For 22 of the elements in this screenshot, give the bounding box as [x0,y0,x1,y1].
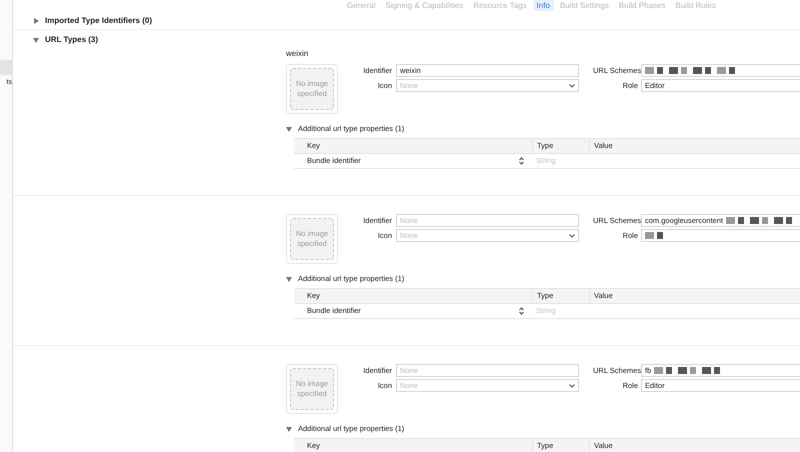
url-type-name: weixin [286,48,310,60]
disclosure-triangle-icon[interactable] [286,276,292,282]
stepper-icon [519,157,524,165]
section-title: URL Types (3) [45,34,98,44]
chevron-down-icon [569,384,575,388]
tab[interactable]: Build Phases [614,0,670,11]
tab[interactable]: Build Settings [556,0,613,11]
role-field[interactable] [641,229,800,242]
tab[interactable]: Build Rules [672,0,720,11]
tab[interactable]: Signing & Capabilities [381,0,468,11]
section-title: Imported Type Identifiers (0) [45,16,152,24]
stepper-icon [519,307,524,315]
tab[interactable]: Info [532,0,554,11]
disclosure-triangle-icon[interactable] [286,426,292,432]
chevron-down-icon [569,234,575,238]
url-schemes-field[interactable] [641,64,800,77]
disclosure-triangle-icon[interactable] [286,126,292,132]
tab[interactable]: General [343,0,380,11]
disclosure-triangle-icon[interactable] [33,18,39,24]
chevron-down-icon [569,84,575,88]
tab[interactable]: Resource Tags [469,0,531,11]
disclosure-triangle-icon[interactable] [33,37,39,43]
